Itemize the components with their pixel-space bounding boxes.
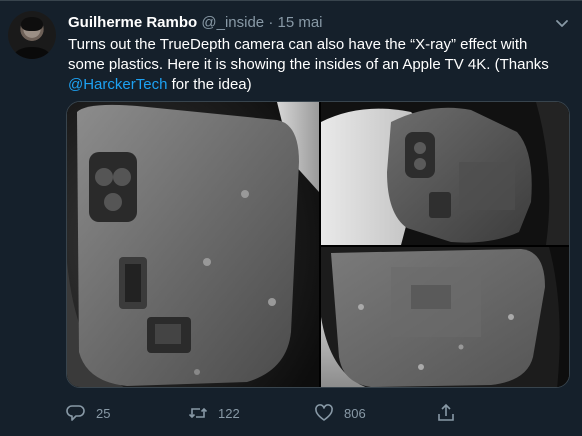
like-button[interactable]: 806 (314, 401, 366, 425)
retweet-button[interactable]: 122 (188, 401, 240, 425)
tweet-actions: 25 122 806 (62, 401, 502, 425)
reply-icon (66, 405, 85, 421)
avatar-shirt (14, 47, 50, 59)
author-handle[interactable]: @_inside (201, 14, 264, 31)
reply-count: 25 (96, 405, 111, 421)
photo-3-graphic (321, 247, 569, 387)
tweet-text-part-1: Turns out the TrueDepth camera can also … (68, 36, 549, 73)
reply-button[interactable]: 25 (66, 401, 110, 425)
avatar-hair (21, 17, 43, 31)
tweet-date[interactable]: 15 mai (277, 14, 322, 31)
photo-2[interactable] (321, 102, 569, 245)
mention-link[interactable]: @HarckerTech (68, 76, 167, 93)
heart-icon (315, 404, 333, 421)
avatar[interactable] (8, 11, 56, 59)
tweet[interactable]: Guilherme Rambo @_inside · 15 mai Turns … (0, 0, 582, 436)
photo-1[interactable] (67, 102, 319, 387)
separator-dot: · (268, 14, 274, 31)
tweet-text-part-2: for the idea) (167, 76, 252, 93)
share-icon (438, 403, 454, 421)
photo-3[interactable] (321, 247, 569, 387)
photo-2-graphic (321, 102, 569, 245)
media-grid (66, 101, 570, 388)
like-count: 806 (344, 405, 366, 421)
share-button[interactable] (436, 401, 456, 425)
retweet-count: 122 (218, 405, 240, 421)
photo-1-graphic (67, 102, 319, 387)
tweet-text: Turns out the TrueDepth camera can also … (68, 35, 568, 95)
author-name[interactable]: Guilherme Rambo (68, 14, 197, 31)
retweet-icon (188, 407, 208, 419)
tweet-header: Guilherme Rambo @_inside · 15 mai (68, 13, 323, 33)
chevron-down-icon[interactable] (554, 15, 570, 31)
